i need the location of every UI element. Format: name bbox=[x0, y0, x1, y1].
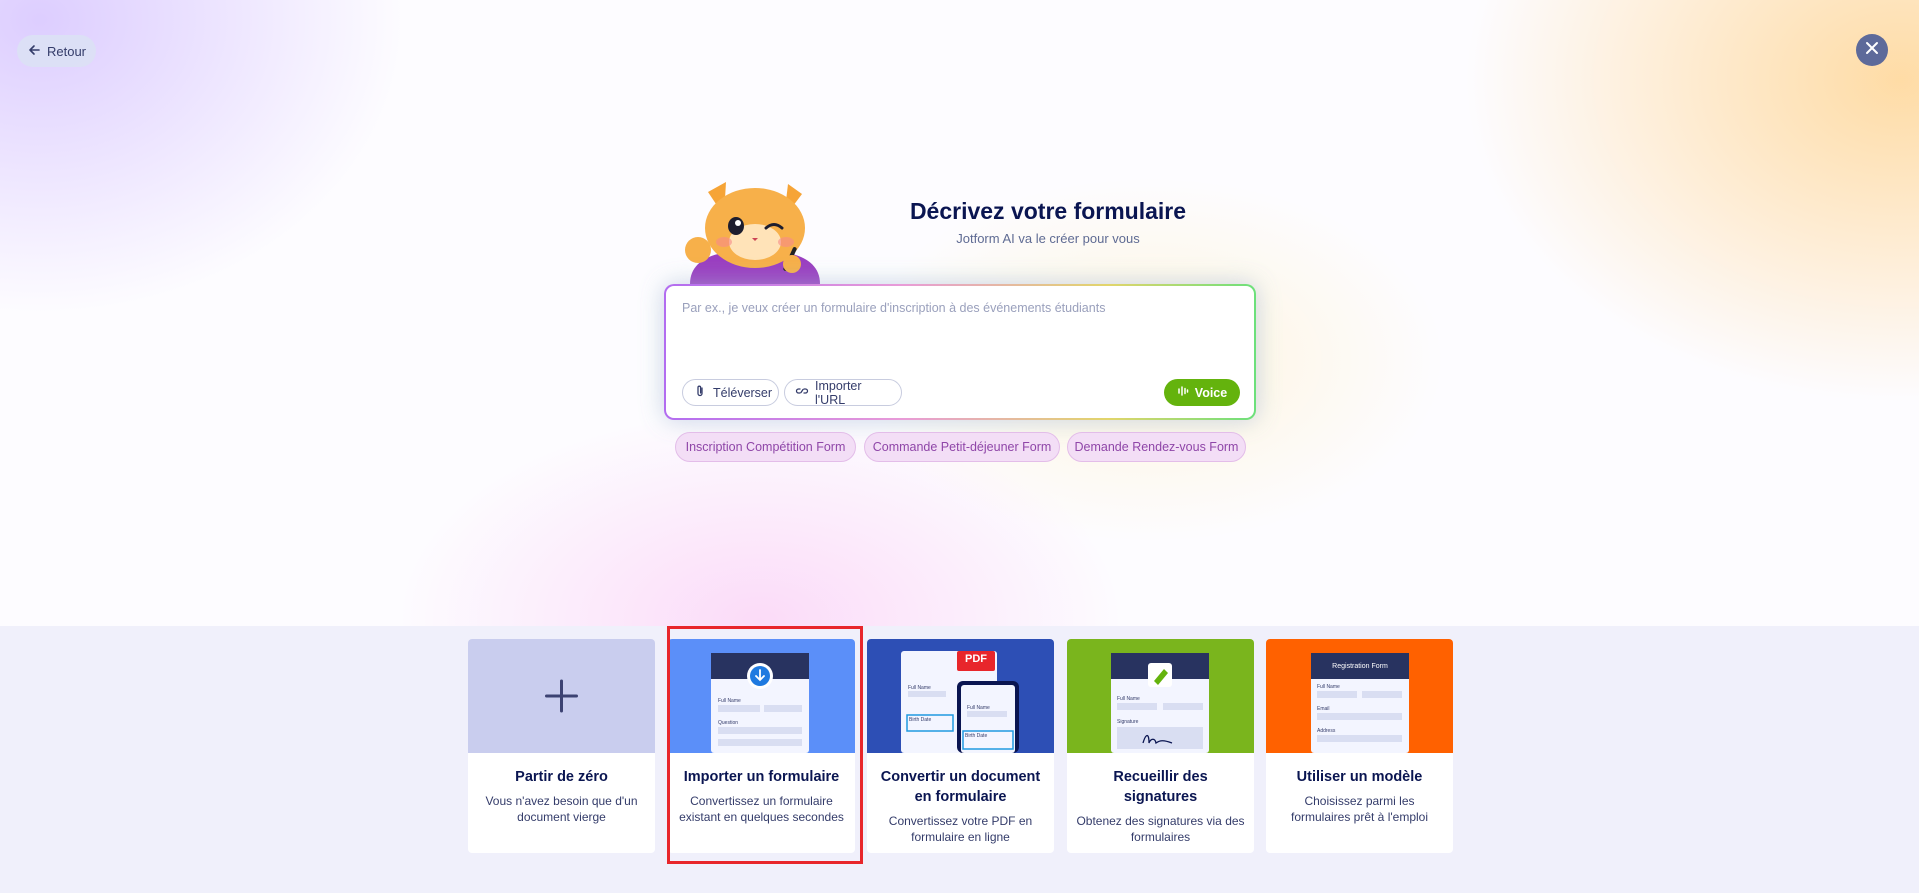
mock-birth-date: Birth Date bbox=[909, 717, 932, 723]
pdf-badge: PDF bbox=[965, 653, 987, 665]
mock-full-name: Full Name bbox=[1317, 684, 1340, 690]
card-image bbox=[1266, 639, 1453, 753]
suggestion-chip[interactable]: Demande Rendez-vous Form bbox=[1067, 432, 1246, 462]
card-title: Recueillir des signatures bbox=[1113, 769, 1208, 805]
mock-address: Address bbox=[1317, 728, 1336, 734]
prompt-box: Par ex., je veux créer un formulaire d'i… bbox=[664, 284, 1256, 420]
mock-email: Email bbox=[1317, 706, 1330, 712]
voice-button[interactable]: Voice bbox=[1164, 379, 1240, 406]
voice-label: Voice bbox=[1194, 385, 1228, 400]
voice-wave-icon bbox=[1177, 385, 1189, 400]
prompt-input[interactable]: Par ex., je veux créer un formulaire d'i… bbox=[682, 301, 1105, 315]
card-image bbox=[668, 639, 855, 753]
import-form-card[interactable]: Full Name Question Importer un formulair… bbox=[668, 639, 855, 853]
import-url-label: Importer l'URL bbox=[815, 378, 862, 407]
close-button[interactable] bbox=[1856, 34, 1888, 66]
paperclip-icon bbox=[693, 384, 707, 401]
card-title: Partir de zéro bbox=[515, 769, 608, 785]
card-image bbox=[1067, 639, 1254, 753]
mock-question: Question bbox=[718, 720, 739, 726]
card-title: Utiliser un modèle bbox=[1296, 769, 1423, 785]
mock-full-name: Full Name bbox=[1117, 696, 1140, 702]
template-preview-title: Registration Form bbox=[1332, 663, 1388, 670]
card-description: Choisissez parmi les formulaires prêt à … bbox=[1290, 794, 1428, 824]
arrow-left-icon bbox=[27, 43, 41, 60]
suggestion-chip[interactable]: Commande Petit-déjeuner Form bbox=[864, 432, 1060, 462]
back-label: Retour bbox=[46, 43, 87, 59]
card-title: Convertir un document en formulaire bbox=[880, 769, 1041, 805]
mock-full-name: Full Name bbox=[967, 705, 990, 711]
card-image bbox=[468, 639, 655, 753]
card-description: Obtenez des signatures via des formulair… bbox=[1076, 814, 1245, 844]
link-icon bbox=[795, 384, 809, 401]
convert-document-card[interactable]: PDF Full Name Birth Date Full Name Birth… bbox=[867, 639, 1054, 853]
card-description: Convertissez votre PDF en formulaire en … bbox=[888, 814, 1033, 844]
back-button[interactable]: Retour bbox=[17, 35, 96, 67]
card-description: Convertissez un formulaire existant en q… bbox=[679, 794, 844, 824]
suggestion-chip[interactable]: Inscription Compétition Form bbox=[675, 432, 856, 462]
use-template-card[interactable]: Registration Form Full Name Email Addres… bbox=[1266, 639, 1453, 853]
card-description: Vous n'avez besoin que d'un document vie… bbox=[485, 794, 638, 824]
page-title: Décrivez votre formulaire bbox=[909, 198, 1187, 224]
mock-full-name: Full Name bbox=[718, 698, 741, 704]
import-url-button[interactable]: Importer l'URL bbox=[784, 378, 902, 407]
mock-birth-date: Birth Date bbox=[965, 733, 988, 739]
upload-button[interactable]: Téléverser bbox=[682, 379, 779, 406]
podo-mascot-illustration bbox=[680, 172, 830, 284]
collect-signatures-card[interactable]: Full Name Signature Recueillir des signa… bbox=[1067, 639, 1254, 853]
close-icon bbox=[1865, 41, 1879, 60]
upload-label: Téléverser bbox=[713, 385, 773, 400]
mock-signature: Signature bbox=[1117, 719, 1139, 725]
mock-full-name: Full Name bbox=[908, 685, 931, 691]
card-title: Importer un formulaire bbox=[683, 769, 840, 785]
suggestion-list: Inscription Compétition Form Commande Pe… bbox=[0, 432, 1919, 463]
page-subtitle: Jotform AI va le créer pour vous bbox=[956, 231, 1140, 246]
start-from-scratch-card[interactable]: Partir de zéro Vous n'avez besoin que d'… bbox=[468, 639, 655, 853]
